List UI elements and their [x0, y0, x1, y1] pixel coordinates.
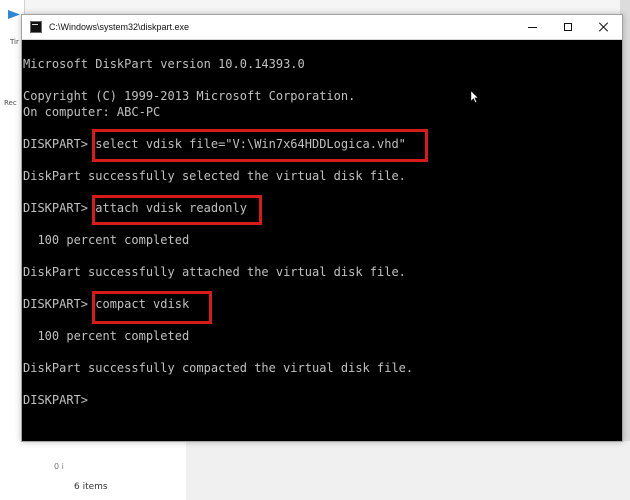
console-line-computer: On computer: ABC-PC: [23, 105, 161, 119]
maximize-button[interactable]: [550, 15, 586, 39]
command-prompt-icon: [30, 21, 42, 33]
left-pane-label-middle: Rec: [4, 99, 17, 107]
console-titlebar[interactable]: C:\Windows\system32\diskpart.exe: [22, 15, 622, 40]
close-button[interactable]: [586, 15, 622, 39]
console-command-attach-vdisk: DISKPART> attach vdisk readonly: [23, 201, 247, 215]
console-line-progress-1: 100 percent completed: [23, 233, 190, 247]
console-window-title: C:\Windows\system32\diskpart.exe: [49, 22, 190, 32]
desktop-screen: Tir Rec 0 i 6 items C:\Windows\system32\…: [0, 0, 630, 500]
explorer-status-items: 6 items: [74, 482, 108, 492]
console-line-copyright: Copyright (C) 1999-2013 Microsoft Corpor…: [23, 89, 356, 103]
left-pane-label-top: Tir: [10, 38, 19, 46]
console-prompt: DISKPART>: [23, 393, 89, 407]
window-controls: [514, 15, 622, 39]
console-output-area[interactable]: Microsoft DiskPart version 10.0.14393.0 …: [22, 40, 622, 441]
background-desktop-bottom-area: [186, 440, 630, 500]
diskpart-console-window[interactable]: C:\Windows\system32\diskpart.exe Microso…: [21, 14, 623, 442]
minimize-icon: [527, 27, 537, 28]
close-icon: [599, 22, 609, 32]
console-line-attached-success: DiskPart successfully attached the virtu…: [23, 265, 406, 279]
mouse-pointer-icon: [471, 91, 478, 103]
console-line-compacted-success: DiskPart successfully compacted the virt…: [23, 361, 414, 375]
console-command-compact-vdisk: DISKPART> compact vdisk: [23, 297, 190, 311]
background-small-label: 0 i: [54, 462, 64, 471]
console-line-progress-2: 100 percent completed: [23, 329, 190, 343]
blue-arrow-icon: [8, 10, 20, 19]
console-command-select-vdisk: DISKPART> select vdisk file="V:\Win7x64H…: [23, 137, 406, 151]
console-line-selected-success: DiskPart successfully selected the virtu…: [23, 169, 406, 183]
console-line-version: Microsoft DiskPart version 10.0.14393.0: [23, 57, 305, 71]
minimize-button[interactable]: [514, 15, 550, 39]
maximize-icon: [564, 23, 572, 31]
